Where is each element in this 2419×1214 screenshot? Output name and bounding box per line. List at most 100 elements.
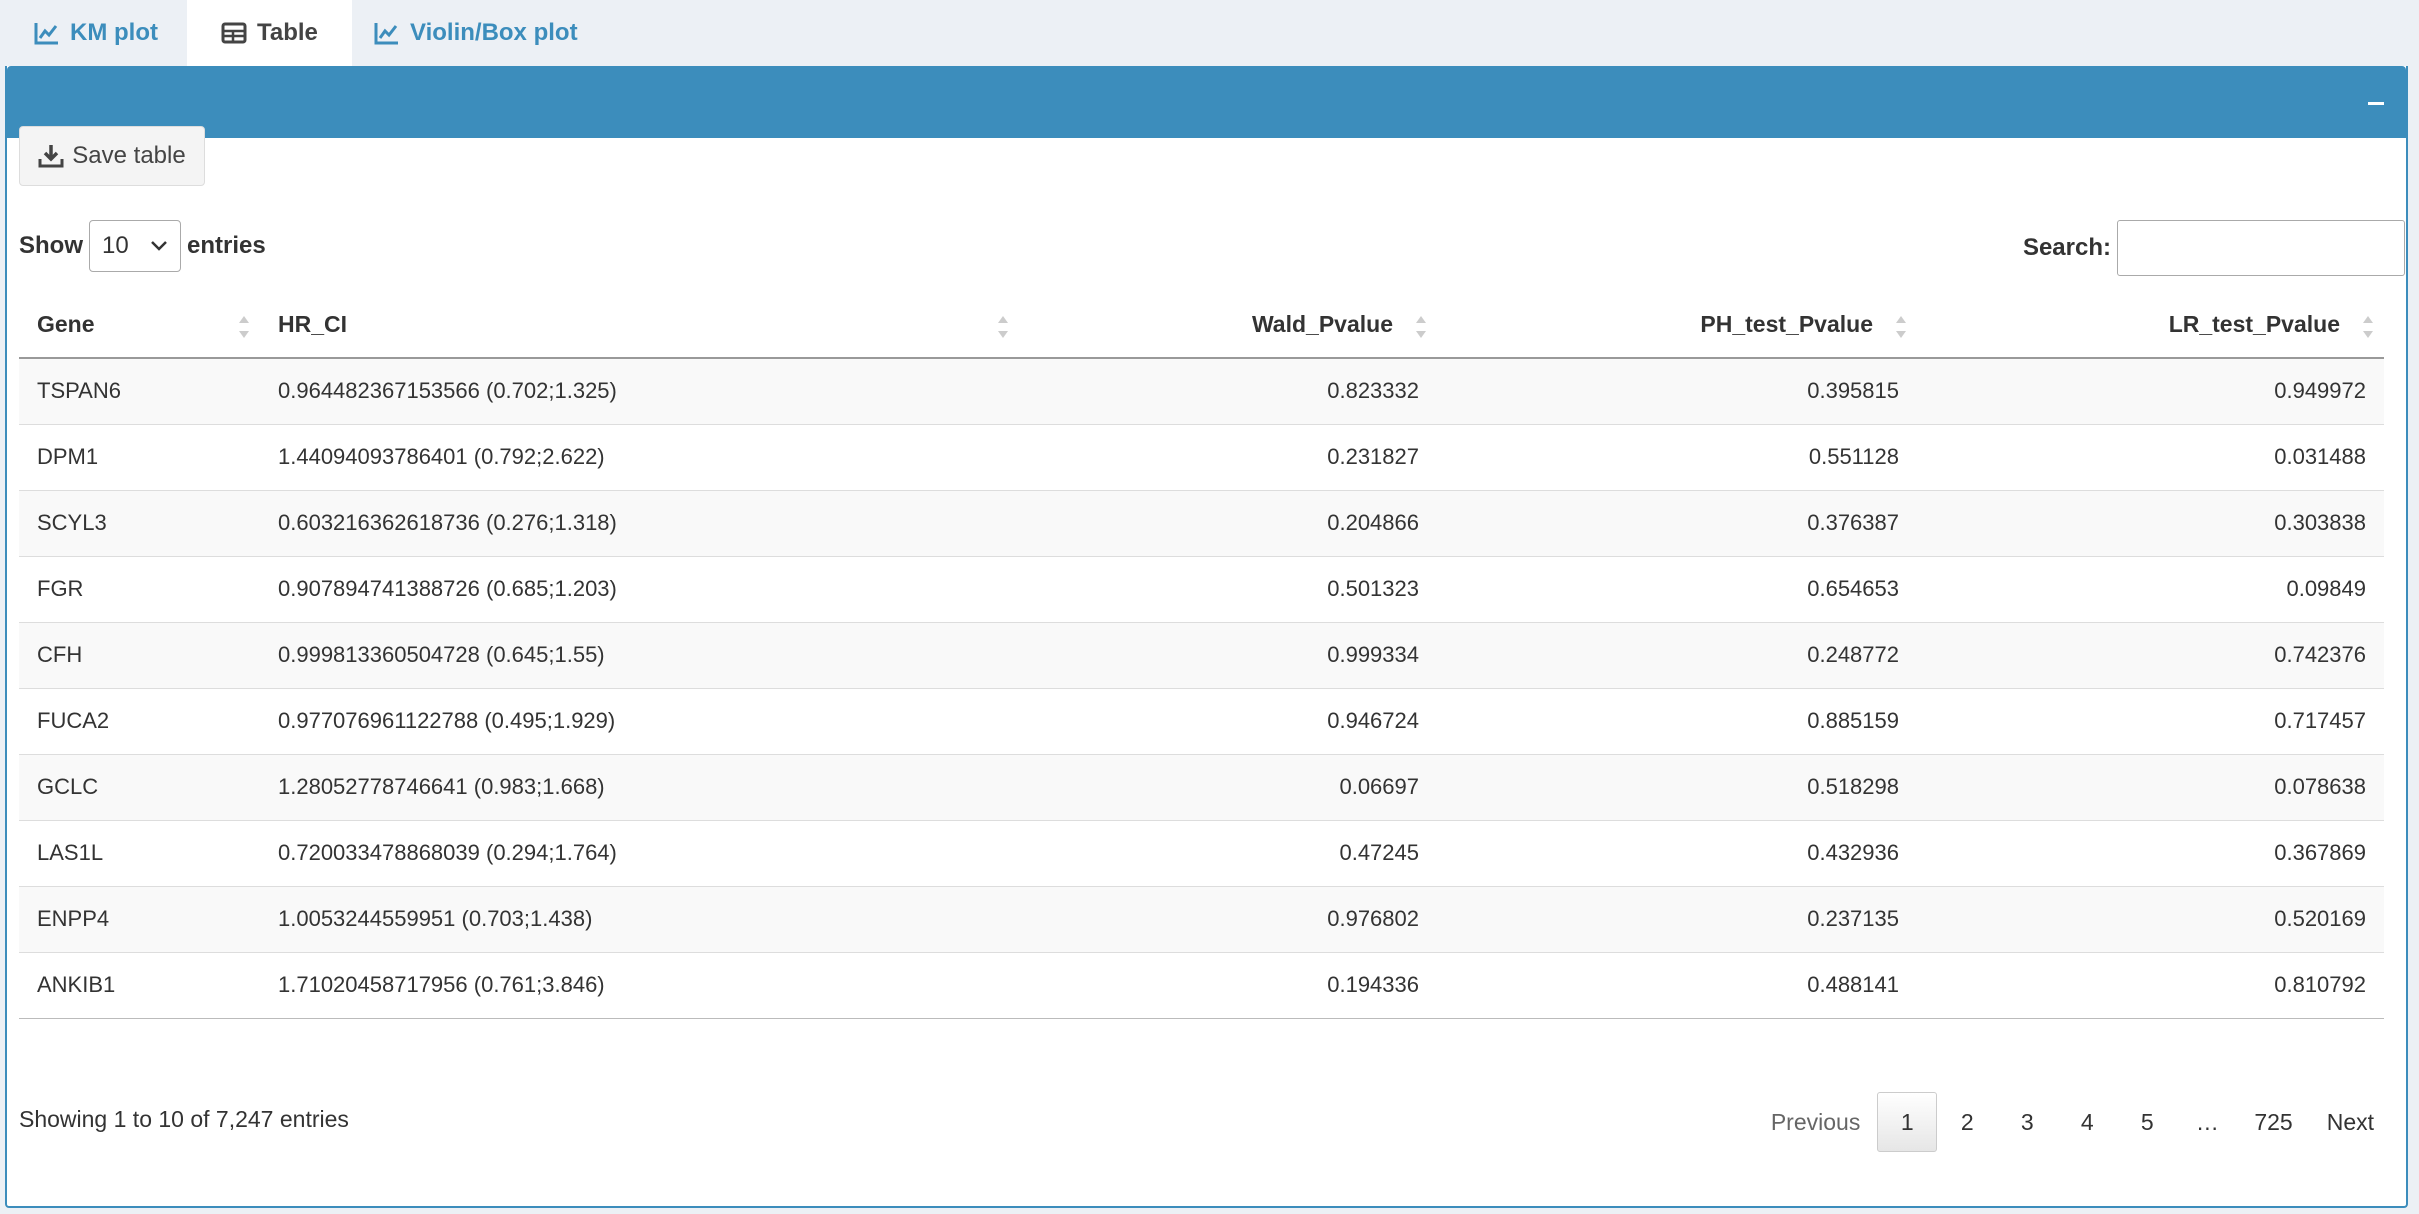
box-header	[7, 66, 2406, 138]
column-header-lr-test-pvalue[interactable]: LR_test_Pvalue	[1917, 292, 2384, 359]
tab-table[interactable]: Table	[187, 0, 352, 66]
table-row: SCYL3 0.603216362618736 (0.276;1.318) 0.20…	[19, 489, 2384, 556]
gene-cell: FGR	[19, 555, 260, 622]
column-header-gene[interactable]: Gene	[19, 292, 260, 359]
previous-page-button[interactable]: Previous	[1754, 1092, 1877, 1152]
column-header-ph-test-pvalue[interactable]: PH_test_Pvalue	[1437, 292, 1917, 359]
hr-ci-cell: 0.603216362618736 (0.276;1.318)	[260, 489, 1019, 556]
lr-test-pvalue-cell: 0.303838	[1917, 489, 2384, 556]
wald-pvalue-cell: 0.946724	[1019, 687, 1437, 754]
ph-test-pvalue-cell: 0.432936	[1437, 819, 1917, 886]
ph-test-pvalue-cell: 0.248772	[1437, 621, 1917, 688]
lr-test-pvalue-cell: 0.078638	[1917, 753, 2384, 820]
wald-pvalue-cell: 0.06697	[1019, 753, 1437, 820]
hr-ci-cell: 1.44094093786401 (0.792;2.622)	[260, 423, 1019, 490]
wald-pvalue-cell: 0.231827	[1019, 423, 1437, 490]
table-row: ANKIB1 1.71020458717956 (0.761;3.846) 0.19…	[19, 951, 2384, 1019]
page-button-4[interactable]: 4	[2057, 1092, 2117, 1152]
lr-test-pvalue-cell: 0.367869	[1917, 819, 2384, 886]
chevron-down-icon	[151, 241, 167, 251]
wald-pvalue-cell: 0.976802	[1019, 885, 1437, 952]
table-row: LAS1L 0.720033478868039 (0.294;1.764) 0.47…	[19, 819, 2384, 886]
table-row: FGR 0.907894741388726 (0.685;1.203) 0.5013…	[19, 555, 2384, 622]
gene-cell: FUCA2	[19, 687, 260, 754]
page-button-725[interactable]: 725	[2237, 1092, 2309, 1152]
length-prefix: Show	[19, 232, 83, 259]
lr-test-pvalue-cell: 0.520169	[1917, 885, 2384, 952]
gene-cell: DPM1	[19, 423, 260, 490]
table-row: GCLC 1.28052778746641 (0.983;1.668) 0.0669…	[19, 753, 2384, 820]
gene-cell: LAS1L	[19, 819, 260, 886]
gene-cell: CFH	[19, 621, 260, 688]
entries-select[interactable]: 10	[89, 220, 181, 272]
table-row: FUCA2 0.977076961122788 (0.495;1.929) 0.94…	[19, 687, 2384, 754]
gene-cell: ENPP4	[19, 885, 260, 952]
hr-ci-cell: 0.907894741388726 (0.685;1.203)	[260, 555, 1019, 622]
ph-test-pvalue-cell: 0.654653	[1437, 555, 1917, 622]
sort-icon	[1416, 316, 1426, 338]
entries-select-value: 10	[102, 232, 129, 259]
save-table-button[interactable]: Save table	[19, 126, 205, 186]
hr-ci-cell: 1.0053244559951 (0.703;1.438)	[260, 885, 1019, 952]
results-table: Gene HR_CI Wald_Pvalue PH_test_Pvalue LR…	[19, 292, 2384, 1019]
table-info: Showing 1 to 10 of 7,247 entries	[19, 1106, 349, 1132]
lr-test-pvalue-cell: 0.09849	[1917, 555, 2384, 622]
wald-pvalue-cell: 0.194336	[1019, 951, 1437, 1019]
hr-ci-cell: 0.999813360504728 (0.645;1.55)	[260, 621, 1019, 688]
ph-test-pvalue-cell: 0.237135	[1437, 885, 1917, 952]
sort-icon	[998, 316, 1008, 338]
ph-test-pvalue-cell: 0.885159	[1437, 687, 1917, 754]
download-icon	[38, 145, 64, 168]
lr-test-pvalue-cell: 0.742376	[1917, 621, 2384, 688]
tab-label: Table	[257, 19, 318, 46]
hr-ci-cell: 1.71020458717956 (0.761;3.846)	[260, 951, 1019, 1019]
length-suffix: entries	[187, 232, 266, 259]
search-label: Search:	[2022, 234, 2111, 261]
table-row: DPM1 1.44094093786401 (0.792;2.622) 0.2318…	[19, 423, 2384, 490]
tab-bar: KM plot Table Violin/Box plot	[0, 0, 2419, 66]
wald-pvalue-cell: 0.823332	[1019, 357, 1437, 424]
tab-label: KM plot	[70, 19, 158, 46]
lr-test-pvalue-cell: 0.031488	[1917, 423, 2384, 490]
lr-test-pvalue-cell: 0.717457	[1917, 687, 2384, 754]
line-chart-icon	[374, 23, 398, 45]
page-button-3[interactable]: 3	[1997, 1092, 2057, 1152]
table-row: ENPP4 1.0053244559951 (0.703;1.438) 0.9768…	[19, 885, 2384, 952]
hr-ci-cell: 0.977076961122788 (0.495;1.929)	[260, 687, 1019, 754]
line-chart-icon	[34, 23, 58, 45]
gene-cell: SCYL3	[19, 489, 260, 556]
ph-test-pvalue-cell: 0.551128	[1437, 423, 1917, 490]
sort-icon	[239, 316, 249, 338]
sort-icon	[1896, 316, 1906, 338]
gene-cell: ANKIB1	[19, 951, 260, 1019]
gene-cell: GCLC	[19, 753, 260, 820]
hr-ci-cell: 1.28052778746641 (0.983;1.668)	[260, 753, 1019, 820]
ph-test-pvalue-cell: 0.488141	[1437, 951, 1917, 1019]
tab-km-plot[interactable]: KM plot	[0, 0, 192, 66]
next-page-button[interactable]: Next	[2310, 1092, 2391, 1152]
lr-test-pvalue-cell: 0.810792	[1917, 951, 2384, 1019]
table-icon	[221, 22, 247, 44]
gene-cell: TSPAN6	[19, 357, 260, 424]
ph-test-pvalue-cell: 0.395815	[1437, 357, 1917, 424]
save-table-label: Save table	[72, 142, 186, 169]
table-row: TSPAN6 0.964482367153566 (0.702;1.325) 0.8…	[19, 357, 2384, 424]
entries-length-control: Show 10 entries	[19, 220, 266, 272]
page-button-1[interactable]: 1	[1877, 1092, 1938, 1152]
column-header-hr-ci[interactable]: HR_CI	[260, 292, 1019, 359]
ph-test-pvalue-cell: 0.376387	[1437, 489, 1917, 556]
wald-pvalue-cell: 0.47245	[1019, 819, 1437, 886]
column-header-wald-pvalue[interactable]: Wald_Pvalue	[1019, 292, 1437, 359]
hr-ci-cell: 0.720033478868039 (0.294;1.764)	[260, 819, 1019, 886]
search-input[interactable]	[2117, 220, 2405, 276]
page-ellipsis: …	[2195, 1108, 2219, 1135]
page-button-2[interactable]: 2	[1937, 1092, 1997, 1152]
sort-icon	[2363, 316, 2373, 338]
ph-test-pvalue-cell: 0.518298	[1437, 753, 1917, 820]
pagination: Previous 1 2 3 4 5 … 725 Next	[1754, 1092, 2391, 1152]
tab-label: Violin/Box plot	[410, 19, 578, 46]
tab-violin-box-plot[interactable]: Violin/Box plot	[340, 0, 612, 66]
collapse-button[interactable]	[2366, 92, 2386, 112]
lr-test-pvalue-cell: 0.949972	[1917, 357, 2384, 424]
page-button-5[interactable]: 5	[2117, 1092, 2177, 1152]
